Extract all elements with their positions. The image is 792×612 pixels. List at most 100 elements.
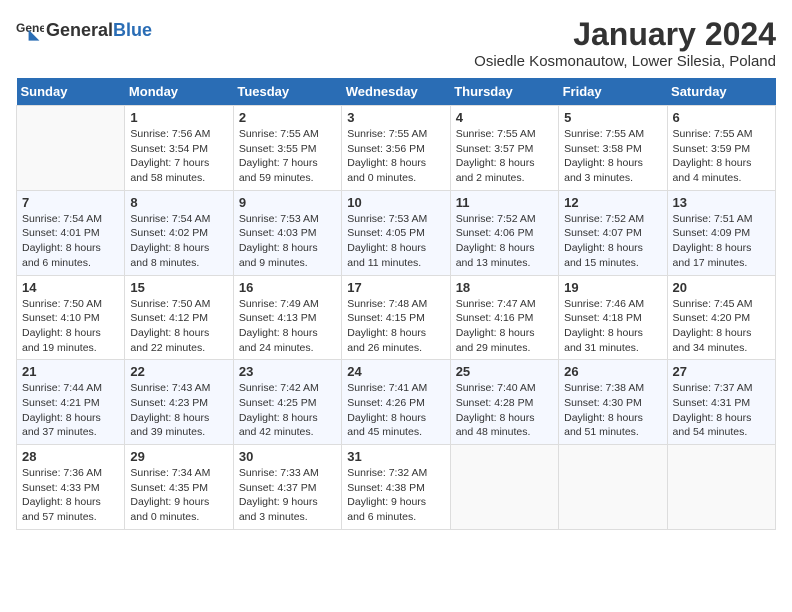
calendar-week-2: 7 Sunrise: 7:54 AM Sunset: 4:01 PM Daylig… — [17, 190, 776, 275]
day-info: Sunrise: 7:55 AM Sunset: 3:55 PM Dayligh… — [239, 127, 336, 186]
day-info: Sunrise: 7:36 AM Sunset: 4:33 PM Dayligh… — [22, 466, 119, 525]
calendar-cell: 28 Sunrise: 7:36 AM Sunset: 4:33 PM Dayli… — [17, 445, 125, 530]
calendar-cell: 6 Sunrise: 7:55 AM Sunset: 3:59 PM Daylig… — [667, 106, 775, 191]
month-title: January 2024 — [474, 16, 776, 53]
day-info: Sunrise: 7:55 AM Sunset: 3:59 PM Dayligh… — [673, 127, 770, 186]
day-number: 3 — [347, 110, 444, 125]
day-info: Sunrise: 7:32 AM Sunset: 4:38 PM Dayligh… — [347, 466, 444, 525]
day-info: Sunrise: 7:42 AM Sunset: 4:25 PM Dayligh… — [239, 381, 336, 440]
day-number: 28 — [22, 449, 119, 464]
calendar-cell: 11 Sunrise: 7:52 AM Sunset: 4:06 PM Dayli… — [450, 190, 558, 275]
day-of-week-thursday: Thursday — [450, 78, 558, 106]
calendar-table: SundayMondayTuesdayWednesdayThursdayFrid… — [16, 78, 776, 530]
day-info: Sunrise: 7:47 AM Sunset: 4:16 PM Dayligh… — [456, 297, 553, 356]
day-info: Sunrise: 7:56 AM Sunset: 3:54 PM Dayligh… — [130, 127, 227, 186]
day-number: 16 — [239, 280, 336, 295]
calendar-week-5: 28 Sunrise: 7:36 AM Sunset: 4:33 PM Dayli… — [17, 445, 776, 530]
day-number: 23 — [239, 364, 336, 379]
day-number: 29 — [130, 449, 227, 464]
day-number: 25 — [456, 364, 553, 379]
day-info: Sunrise: 7:54 AM Sunset: 4:01 PM Dayligh… — [22, 212, 119, 271]
calendar-cell: 13 Sunrise: 7:51 AM Sunset: 4:09 PM Dayli… — [667, 190, 775, 275]
day-info: Sunrise: 7:55 AM Sunset: 3:57 PM Dayligh… — [456, 127, 553, 186]
day-number: 4 — [456, 110, 553, 125]
day-number: 15 — [130, 280, 227, 295]
header: General GeneralBlue January 2024 Osiedle… — [16, 16, 776, 70]
calendar-cell — [450, 445, 558, 530]
calendar-cell: 19Sunrise: 7:46 AM Sunset: 4:18 PM Dayli… — [559, 275, 667, 360]
day-of-week-monday: Monday — [125, 78, 233, 106]
day-info: Sunrise: 7:52 AM Sunset: 4:06 PM Dayligh… — [456, 212, 553, 271]
calendar-cell: 2 Sunrise: 7:55 AM Sunset: 3:55 PM Daylig… — [233, 106, 341, 191]
day-info: Sunrise: 7:45 AM Sunset: 4:20 PM Dayligh… — [673, 297, 770, 356]
day-number: 10 — [347, 195, 444, 210]
day-info: Sunrise: 7:48 AM Sunset: 4:15 PM Dayligh… — [347, 297, 444, 356]
calendar-cell: 9Sunrise: 7:53 AM Sunset: 4:03 PM Daylig… — [233, 190, 341, 275]
day-number: 31 — [347, 449, 444, 464]
day-number: 22 — [130, 364, 227, 379]
calendar-cell: 1 Sunrise: 7:56 AM Sunset: 3:54 PM Daylig… — [125, 106, 233, 191]
day-of-week-tuesday: Tuesday — [233, 78, 341, 106]
calendar-week-1: 1 Sunrise: 7:56 AM Sunset: 3:54 PM Daylig… — [17, 106, 776, 191]
logo-general-text: General — [46, 20, 113, 40]
day-info: Sunrise: 7:55 AM Sunset: 3:56 PM Dayligh… — [347, 127, 444, 186]
day-of-week-wednesday: Wednesday — [342, 78, 450, 106]
calendar-cell: 14 Sunrise: 7:50 AM Sunset: 4:10 PM Dayli… — [17, 275, 125, 360]
day-number: 2 — [239, 110, 336, 125]
day-info: Sunrise: 7:44 AM Sunset: 4:21 PM Dayligh… — [22, 381, 119, 440]
day-number: 30 — [239, 449, 336, 464]
location-title: Osiedle Kosmonautow, Lower Silesia, Pola… — [474, 53, 776, 70]
day-info: Sunrise: 7:50 AM Sunset: 4:12 PM Dayligh… — [130, 297, 227, 356]
day-number: 21 — [22, 364, 119, 379]
day-info: Sunrise: 7:33 AM Sunset: 4:37 PM Dayligh… — [239, 466, 336, 525]
calendar-cell — [559, 445, 667, 530]
day-number: 12 — [564, 195, 661, 210]
calendar-week-4: 21 Sunrise: 7:44 AM Sunset: 4:21 PM Dayli… — [17, 360, 776, 445]
day-number: 24 — [347, 364, 444, 379]
day-of-week-friday: Friday — [559, 78, 667, 106]
day-info: Sunrise: 7:54 AM Sunset: 4:02 PM Dayligh… — [130, 212, 227, 271]
day-number: 20 — [673, 280, 770, 295]
calendar-cell: 21 Sunrise: 7:44 AM Sunset: 4:21 PM Dayli… — [17, 360, 125, 445]
day-number: 6 — [673, 110, 770, 125]
day-info: Sunrise: 7:53 AM Sunset: 4:05 PM Dayligh… — [347, 212, 444, 271]
day-number: 27 — [673, 364, 770, 379]
day-number: 26 — [564, 364, 661, 379]
day-info: Sunrise: 7:52 AM Sunset: 4:07 PM Dayligh… — [564, 212, 661, 271]
logo-blue-text: Blue — [113, 20, 152, 40]
day-number: 1 — [130, 110, 227, 125]
logo: General GeneralBlue — [16, 16, 152, 44]
calendar-cell: 18 Sunrise: 7:47 AM Sunset: 4:16 PM Dayli… — [450, 275, 558, 360]
calendar-cell: 22Sunrise: 7:43 AM Sunset: 4:23 PM Dayli… — [125, 360, 233, 445]
calendar-cell: 20 Sunrise: 7:45 AM Sunset: 4:20 PM Dayli… — [667, 275, 775, 360]
day-of-week-saturday: Saturday — [667, 78, 775, 106]
day-number: 8 — [130, 195, 227, 210]
calendar-cell: 30 Sunrise: 7:33 AM Sunset: 4:37 PM Dayli… — [233, 445, 341, 530]
calendar-cell: 3 Sunrise: 7:55 AM Sunset: 3:56 PM Daylig… — [342, 106, 450, 191]
logo-icon: General — [16, 16, 44, 44]
day-number: 13 — [673, 195, 770, 210]
calendar-cell — [17, 106, 125, 191]
day-info: Sunrise: 7:46 AM Sunset: 4:18 PM Dayligh… — [564, 297, 661, 356]
day-number: 18 — [456, 280, 553, 295]
day-number: 17 — [347, 280, 444, 295]
day-number: 14 — [22, 280, 119, 295]
day-number: 11 — [456, 195, 553, 210]
day-number: 5 — [564, 110, 661, 125]
day-info: Sunrise: 7:51 AM Sunset: 4:09 PM Dayligh… — [673, 212, 770, 271]
day-info: Sunrise: 7:41 AM Sunset: 4:26 PM Dayligh… — [347, 381, 444, 440]
calendar-cell: 27 Sunrise: 7:37 AM Sunset: 4:31 PM Dayli… — [667, 360, 775, 445]
day-info: Sunrise: 7:55 AM Sunset: 3:58 PM Dayligh… — [564, 127, 661, 186]
day-info: Sunrise: 7:50 AM Sunset: 4:10 PM Dayligh… — [22, 297, 119, 356]
calendar-header: SundayMondayTuesdayWednesdayThursdayFrid… — [17, 78, 776, 106]
day-info: Sunrise: 7:37 AM Sunset: 4:31 PM Dayligh… — [673, 381, 770, 440]
calendar-cell: 4 Sunrise: 7:55 AM Sunset: 3:57 PM Daylig… — [450, 106, 558, 191]
day-number: 7 — [22, 195, 119, 210]
day-info: Sunrise: 7:38 AM Sunset: 4:30 PM Dayligh… — [564, 381, 661, 440]
calendar-cell: 25 Sunrise: 7:40 AM Sunset: 4:28 PM Dayli… — [450, 360, 558, 445]
calendar-cell: 5 Sunrise: 7:55 AM Sunset: 3:58 PM Daylig… — [559, 106, 667, 191]
calendar-cell: 12 Sunrise: 7:52 AM Sunset: 4:07 PM Dayli… — [559, 190, 667, 275]
calendar-cell: 10 Sunrise: 7:53 AM Sunset: 4:05 PM Dayli… — [342, 190, 450, 275]
calendar-body: 1 Sunrise: 7:56 AM Sunset: 3:54 PM Daylig… — [17, 106, 776, 530]
day-info: Sunrise: 7:40 AM Sunset: 4:28 PM Dayligh… — [456, 381, 553, 440]
